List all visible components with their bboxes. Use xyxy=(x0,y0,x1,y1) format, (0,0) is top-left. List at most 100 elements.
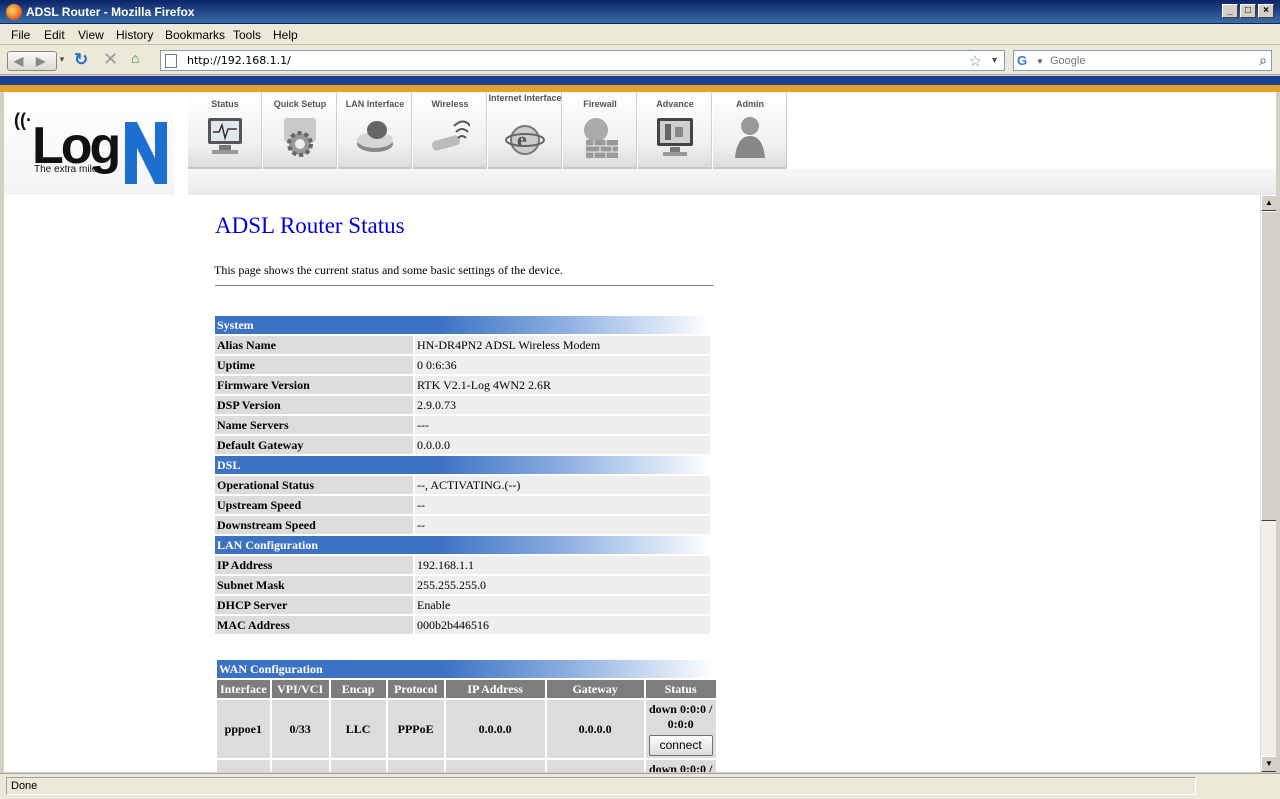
section-header: DSL xyxy=(215,456,710,474)
stop-icon[interactable]: ✕ xyxy=(103,49,118,70)
wan-ip-address: 0.0.0.0 xyxy=(445,700,545,758)
column-header: VPI/VCI xyxy=(271,680,329,698)
row-key: Alias Name xyxy=(215,336,413,354)
scroll-up-icon[interactable]: ▲ xyxy=(1261,195,1276,211)
gear-icon xyxy=(284,118,316,157)
nav-label: Firewall xyxy=(583,99,617,109)
table-row: Subnet Mask 255.255.255.0 xyxy=(215,576,710,594)
column-header: Interface xyxy=(217,680,270,698)
maximize-button[interactable]: □ xyxy=(1240,4,1256,18)
advance-icon xyxy=(657,118,693,156)
home-icon[interactable]: ⌂ xyxy=(131,50,139,66)
page-title: ADSL Router Status xyxy=(215,213,405,238)
section-header: LAN Configuration xyxy=(215,536,710,554)
row-value: RTK V2.1-Log 4WN2 2.6R xyxy=(413,376,710,394)
logo-tagline: The extra mile xyxy=(34,164,98,175)
row-key: MAC Address xyxy=(215,616,413,634)
table-row: pppoe1 0/33 LLC PPPoE 0.0.0.0 0.0.0.0 do… xyxy=(217,700,716,758)
table-row: Alias Name HN-DR4PN2 ADSL Wireless Modem xyxy=(215,336,710,354)
header-bar xyxy=(188,169,1276,195)
reload-icon[interactable]: ↻ xyxy=(74,50,88,70)
wan-gateway xyxy=(546,760,644,772)
vertical-scrollbar[interactable]: ▲ ▼ xyxy=(1260,195,1276,772)
nav-status[interactable]: Status xyxy=(188,92,262,169)
wan-status-cell: down 0:0:0 / 0:0:0 connect xyxy=(645,700,716,758)
search-box[interactable]: G ▼ Google ⌕ xyxy=(1013,50,1272,71)
scroll-thumb[interactable] xyxy=(1261,211,1276,521)
row-value: 000b2b446516 xyxy=(413,616,710,634)
globe-ie-icon: e xyxy=(505,125,545,155)
address-bar[interactable]: http://192.168.1.1/ ☆ ▼ xyxy=(160,50,1005,71)
wireless-icon xyxy=(432,120,470,151)
menu-help[interactable]: Help xyxy=(273,28,298,42)
forward-icon[interactable]: ▶ xyxy=(36,54,45,68)
wan-ip-address xyxy=(445,760,545,772)
row-key: Default Gateway xyxy=(215,436,413,454)
table-row: Upstream Speed -- xyxy=(215,496,710,514)
nav-firewall[interactable]: Firewall xyxy=(563,92,637,169)
connect-button[interactable]: connect xyxy=(648,735,713,756)
row-key: DHCP Server xyxy=(215,596,413,614)
menu-view[interactable]: View xyxy=(78,28,104,42)
search-icon[interactable]: ⌕ xyxy=(1259,52,1267,69)
search-input[interactable]: Google xyxy=(1050,55,1085,67)
table-row: IP Address 192.168.1.1 xyxy=(215,556,710,574)
row-key: DSP Version xyxy=(215,396,413,414)
row-key: Downstream Speed xyxy=(215,516,413,534)
minimize-button[interactable]: _ xyxy=(1222,4,1238,18)
signal-waves-icon: ((· xyxy=(14,110,32,130)
row-value: HN-DR4PN2 ADSL Wireless Modem xyxy=(413,336,710,354)
url-text[interactable]: http://192.168.1.1/ xyxy=(187,54,291,67)
table-row: Downstream Speed -- xyxy=(215,516,710,534)
menu-bookmarks[interactable]: Bookmarks xyxy=(165,28,225,42)
section-header: WAN Configuration xyxy=(217,660,716,678)
table-row: MAC Address 000b2b446516 xyxy=(215,616,710,634)
nav-internet-interface[interactable]: Internet Interface e xyxy=(488,92,562,169)
menu-tools[interactable]: Tools xyxy=(233,28,261,42)
nav-label: LAN Interface xyxy=(345,99,405,109)
menu-bar: File Edit View History Bookmarks Tools H… xyxy=(0,24,1280,45)
firewall-icon xyxy=(584,118,618,158)
main-content: ADSL Router Status This page shows the c… xyxy=(4,195,1258,772)
nav-advance[interactable]: Advance xyxy=(638,92,712,169)
wan-vpivci xyxy=(271,760,329,772)
nav-label: Admin xyxy=(736,99,764,109)
table-row: Name Servers --- xyxy=(215,416,710,434)
row-key: Firmware Version xyxy=(215,376,413,394)
back-forward-buttons[interactable]: ◀ ▶ xyxy=(7,51,57,71)
row-value: 192.168.1.1 xyxy=(413,556,710,574)
bookmark-star-icon[interactable]: ☆ xyxy=(969,52,982,70)
window-title: ADSL Router - Mozilla Firefox xyxy=(26,5,195,19)
table-row: Firmware Version RTK V2.1-Log 4WN2 2.6R xyxy=(215,376,710,394)
row-key: Uptime xyxy=(215,356,413,374)
wan-gateway: 0.0.0.0 xyxy=(546,700,644,758)
page-viewport: ((· Log The extra mile Status Quick Setu… xyxy=(4,92,1276,772)
row-value: --- xyxy=(413,416,710,434)
firefox-icon xyxy=(6,4,22,20)
drive-icon xyxy=(357,121,393,152)
nav-label: Quick Setup xyxy=(273,99,327,109)
nav-admin[interactable]: Admin xyxy=(713,92,787,169)
nav-wireless[interactable]: Wireless xyxy=(413,92,487,169)
svg-text:e: e xyxy=(517,127,527,152)
nav-quick-setup[interactable]: Quick Setup xyxy=(263,92,337,169)
menu-file[interactable]: File xyxy=(11,28,30,42)
menu-edit[interactable]: Edit xyxy=(44,28,65,42)
wan-encap: LLC xyxy=(330,700,386,758)
menu-history[interactable]: History xyxy=(116,28,153,42)
monitor-icon xyxy=(208,118,242,154)
row-key: Subnet Mask xyxy=(215,576,413,594)
wan-protocol: PPPoE xyxy=(387,700,444,758)
divider xyxy=(215,285,714,286)
google-icon[interactable]: G xyxy=(1017,53,1033,69)
search-engine-dropdown-icon[interactable]: ▼ xyxy=(1036,57,1044,66)
row-value: -- xyxy=(413,496,710,514)
scroll-down-icon[interactable]: ▼ xyxy=(1261,756,1276,772)
history-dropdown-icon[interactable]: ▼ xyxy=(58,55,66,64)
column-header: IP Address xyxy=(445,680,545,698)
table-row: DSP Version 2.9.0.73 xyxy=(215,396,710,414)
nav-lan-interface[interactable]: LAN Interface xyxy=(338,92,412,169)
back-icon[interactable]: ◀ xyxy=(14,54,23,68)
url-dropdown-icon[interactable]: ▼ xyxy=(990,55,999,65)
close-button[interactable]: × xyxy=(1258,4,1274,18)
